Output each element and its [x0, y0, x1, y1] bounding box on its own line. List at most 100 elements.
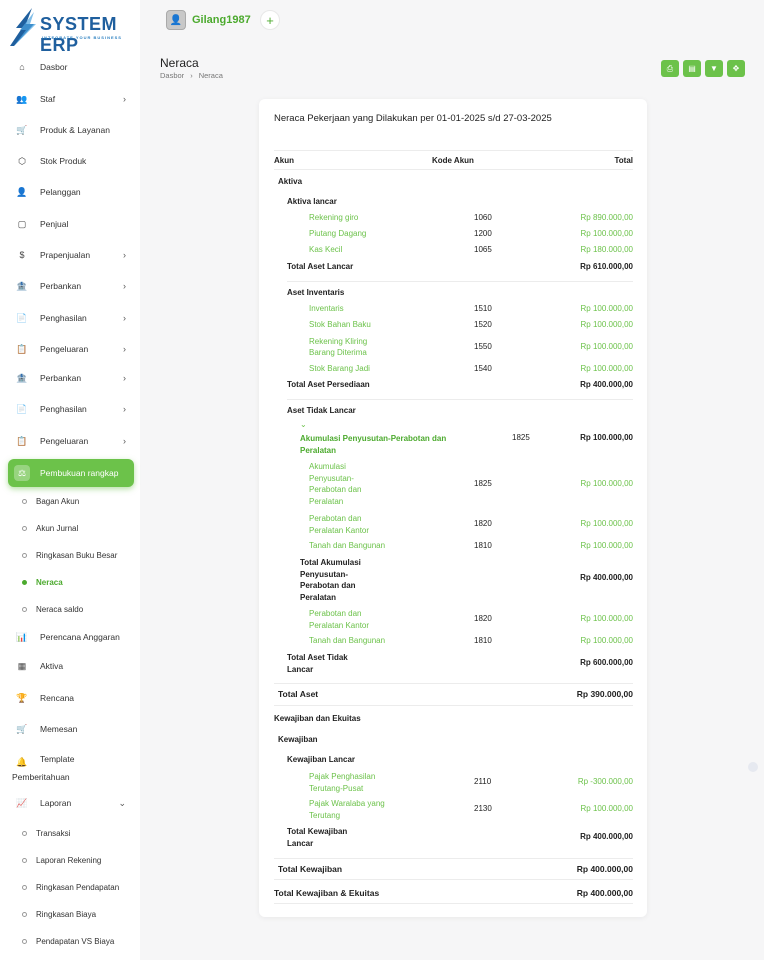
account-name-line: Barang Diterima — [309, 348, 367, 357]
table-row[interactable]: Perabotan dan Peralatan Kantor 1820 Rp 10… — [274, 608, 633, 632]
sidebar-item-label: Rencana — [40, 693, 75, 703]
filter-button[interactable]: ▼ — [705, 60, 723, 77]
subtotal-label: Total Kewajiban Lancar — [287, 826, 347, 849]
user-menu[interactable]: 👤 Gilang1987 — [166, 10, 251, 30]
sidebar-item-penghasilan-2[interactable]: 📄 Penghasilan › — [8, 395, 134, 423]
invoice-icon: 📄 — [16, 403, 28, 414]
sidebar-item-aktiva[interactable]: ▦ Aktiva — [8, 652, 134, 680]
account-name-line: Perabotan dan — [309, 609, 362, 618]
total-label: Total Kewajiban & Ekuitas — [274, 888, 380, 898]
table-row[interactable]: Rekening Kliring Barang Diterima 1550 Rp … — [274, 336, 633, 360]
sidebar-item-pengeluaran[interactable]: 📋 Pengeluaran › — [8, 335, 134, 363]
submenu-item-ringkasan-biaya[interactable]: Ringkasan Biaya — [22, 910, 96, 919]
account-total: Rp 100.000,00 — [580, 229, 634, 238]
sidebar-item-label: Stok Produk — [40, 156, 87, 166]
bullet-icon — [22, 607, 27, 612]
account-code: 1510 — [474, 304, 492, 313]
account-code: 1065 — [474, 245, 492, 254]
expand-button[interactable]: ✥ — [727, 60, 745, 77]
chevron-right-icon: › — [123, 281, 126, 291]
submenu-item-neraca-saldo[interactable]: Neraca saldo — [22, 605, 83, 614]
subtotal-value: Rp 600.000,00 — [580, 658, 633, 667]
chevron-right-icon: › — [123, 250, 126, 260]
account-name-line: Penyusutan- — [309, 473, 354, 483]
sidebar-item-penjual[interactable]: ▢ Penjual — [8, 210, 134, 238]
file-dollar-icon: $ — [19, 250, 25, 260]
account-total: Rp 180.000,00 — [580, 245, 634, 254]
sidebar-item-laporan[interactable]: 📈 Laporan ⌄ — [8, 789, 134, 817]
account-name-line: Peralatan Kantor — [309, 620, 370, 630]
submenu-item-transaksi[interactable]: Transaksi — [22, 829, 70, 838]
bank-icon: 🏦 — [16, 372, 28, 383]
subtotal-label-line: Lancar — [287, 664, 314, 674]
divider — [274, 879, 633, 880]
submenu-item-akun-jurnal[interactable]: Akun Jurnal — [22, 524, 78, 533]
table-row[interactable]: Pajak Penghasilan Terutang-Pusat 2110 Rp … — [274, 771, 633, 795]
sidebar-item-dasbor[interactable]: ⌂ Dasbor — [8, 53, 134, 81]
print-button[interactable]: ⎙ — [661, 60, 679, 77]
sidebar-item-label: Laporan — [40, 798, 72, 808]
account-code: 1540 — [474, 364, 492, 373]
total-value: Rp 400.000,00 — [576, 864, 633, 874]
sidebar-item-stok-produk[interactable]: ⬡ Stok Produk — [8, 147, 134, 175]
sidebar-item-pembukuan-rangkap[interactable]: ⚖ Pembukuan rangkap — [8, 459, 134, 487]
floating-handle[interactable] — [748, 762, 758, 772]
account-name-line: Terutang-Pusat — [309, 783, 364, 793]
account-code: 1200 — [474, 229, 492, 238]
account-name-line: Peralatan — [309, 496, 344, 506]
column-header-code: Kode Akun — [432, 156, 474, 165]
subtotal-label: Total Aset Tidak Lancar — [287, 652, 348, 675]
submenu-item-laporan-rekening[interactable]: Laporan Rekening — [22, 856, 101, 865]
account-code: 1825 — [474, 479, 492, 488]
divider — [274, 150, 633, 151]
account-code: 2130 — [474, 804, 492, 813]
total-value: Rp 390.000,00 — [576, 689, 633, 699]
export-button[interactable]: ▤ — [683, 60, 701, 77]
submenu-item-neraca[interactable]: Neraca — [22, 578, 63, 587]
subtotal-label-line: Total Akumulasi — [300, 558, 361, 567]
divider — [274, 858, 633, 859]
sidebar-item-prapenjualan[interactable]: $ Prapenjualan › — [8, 241, 134, 269]
submenu-item-ringkasan-buku-besar[interactable]: Ringkasan Buku Besar — [22, 551, 117, 560]
bell-icon: 🔔 — [16, 756, 28, 767]
account-name-line: Akumulasi Penyusutan-Perabotan dan — [300, 434, 447, 443]
report-title: Neraca Pekerjaan yang Dilakukan per 01-0… — [274, 113, 552, 124]
bullet-icon — [22, 912, 27, 917]
sidebar-item-produk-layanan[interactable]: 🛒 Produk & Layanan — [8, 116, 134, 144]
add-button[interactable]: + — [260, 10, 280, 30]
username: Gilang1987 — [192, 14, 251, 26]
total-label: Total Aset — [278, 689, 319, 699]
breadcrumb-link-dasbor[interactable]: Dasbor — [160, 71, 184, 80]
brand-logo[interactable]: SYSTEM ERP INTEGRATE YOUR BUSINESS — [8, 6, 138, 55]
submenu-item-pendapatan-vs-biaya[interactable]: Pendapatan VS Biaya — [22, 937, 114, 946]
chevron-right-icon: › — [123, 344, 126, 354]
sidebar-item-perbankan-2[interactable]: 🏦 Perbankan › — [8, 364, 134, 392]
submenu-item-bagan-akun[interactable]: Bagan Akun — [22, 497, 79, 506]
bullet-icon — [22, 553, 27, 558]
account-total: Rp 100.000,00 — [580, 541, 634, 550]
column-header-account: Akun — [274, 156, 294, 165]
sidebar-item-perbankan[interactable]: 🏦 Perbankan › — [8, 272, 134, 300]
sidebar-item-staf[interactable]: 👥 Staf › — [8, 85, 134, 113]
chevron-down-icon: ⌄ — [118, 797, 126, 808]
sidebar-item-rencana[interactable]: 🏆 Rencana — [8, 684, 134, 712]
invoice-icon: 📄 — [16, 312, 28, 323]
chevron-right-icon: › — [123, 94, 126, 104]
sidebar-item-memesan[interactable]: 🛒 Memesan — [8, 715, 134, 743]
sidebar-item-pelanggan[interactable]: 👤 Pelanggan — [8, 178, 134, 206]
submenu-item-label: Transaksi — [36, 829, 71, 838]
group-row-akumulasi[interactable]: Akumulasi Penyusutan-Perabotan dan Perala… — [274, 433, 633, 457]
sidebar-item-label: Perencana Anggaran — [40, 632, 120, 642]
sidebar-item-perencana-anggaran[interactable]: 📊 Perencana Anggaran — [8, 623, 134, 651]
section-label: Kewajiban dan Ekuitas — [274, 714, 361, 723]
table-row[interactable]: Akumulasi Penyusutan- Perabotan dan Peralat… — [274, 461, 633, 507]
account-code: 1550 — [474, 342, 492, 351]
account-name-line: Peralatan Kantor — [309, 525, 370, 535]
sidebar-item-pengeluaran-2[interactable]: 📋 Pengeluaran › — [8, 427, 134, 455]
table-row[interactable]: Pajak Waralaba yang Terutang 2130 Rp 100.… — [274, 798, 633, 822]
submenu-item-ringkasan-pendapatan[interactable]: Ringkasan Pendapatan — [22, 883, 119, 892]
table-row[interactable]: Perabotan dan Peralatan Kantor 1820 Rp 10… — [274, 513, 633, 537]
sidebar-item-template-pemberitahuan[interactable]: 🔔 Template Pemberitahuan — [8, 746, 134, 786]
sidebar-item-penghasilan[interactable]: 📄 Penghasilan › — [8, 304, 134, 332]
subtotal-value: Rp 400.000,00 — [580, 573, 633, 582]
